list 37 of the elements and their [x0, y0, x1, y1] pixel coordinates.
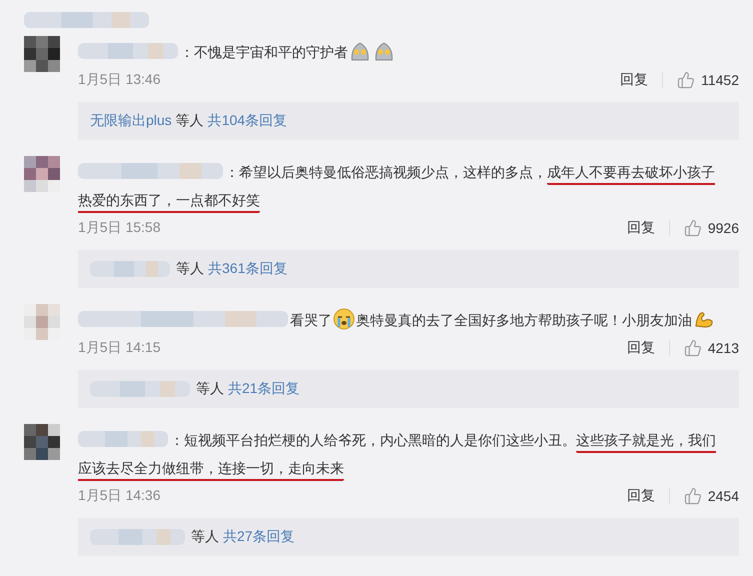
comment-text: 奥特曼真的去了全国好多地方帮助孩子呢！小朋友加油 [356, 312, 692, 328]
others-label: 等人 [176, 112, 204, 130]
like-icon[interactable] [684, 339, 702, 357]
blurred-avatar [24, 36, 60, 72]
comment-time: 1月5日 14:15 [78, 339, 162, 357]
blurred-avatar [24, 424, 60, 460]
reply-link[interactable]: 回复 [626, 487, 655, 505]
reply-link[interactable]: 回复 [626, 339, 655, 357]
comment-text: ：不愧是宇宙和平的守护者 [180, 44, 348, 60]
comment-time: 1月5日 13:46 [78, 71, 162, 89]
helmet-icon [349, 40, 371, 62]
like-count: 2454 [708, 488, 739, 504]
blurred-avatar [24, 156, 60, 192]
like-icon[interactable] [684, 219, 702, 237]
reply-link[interactable]: 回复 [620, 71, 648, 89]
helmet-icon [373, 40, 395, 62]
replies-link[interactable]: 共27条回复 [223, 528, 295, 546]
like-count: 11452 [701, 72, 739, 88]
comment-text: 看哭了 [290, 312, 332, 328]
replies-link[interactable]: 共21条回复 [228, 380, 300, 398]
user-link[interactable]: 无限输出plus [90, 112, 172, 130]
others-label: 等人 [176, 260, 204, 278]
crying-face-icon [333, 308, 355, 330]
comment-time: 1月5日 15:58 [78, 219, 162, 237]
blurred-avatar [24, 304, 60, 340]
like-count: 4213 [708, 340, 739, 356]
comment-text: ：希望以后奥特曼低俗恶搞视频少点，这样的多点， [225, 164, 547, 180]
replies-link[interactable]: 共104条回复 [208, 112, 288, 130]
others-label: 等人 [191, 528, 219, 546]
replies-link[interactable]: 共361条回复 [208, 260, 288, 278]
others-label: 等人 [196, 380, 224, 398]
comment-text: ：短视频平台拍烂梗的人给爷死，内心黑暗的人是你们这些小丑。 [170, 432, 576, 448]
comment-time: 1月5日 14:36 [78, 487, 162, 505]
like-count: 9926 [708, 220, 739, 236]
reply-link[interactable]: 回复 [626, 219, 655, 237]
like-icon[interactable] [684, 487, 702, 505]
like-icon[interactable] [677, 71, 696, 89]
